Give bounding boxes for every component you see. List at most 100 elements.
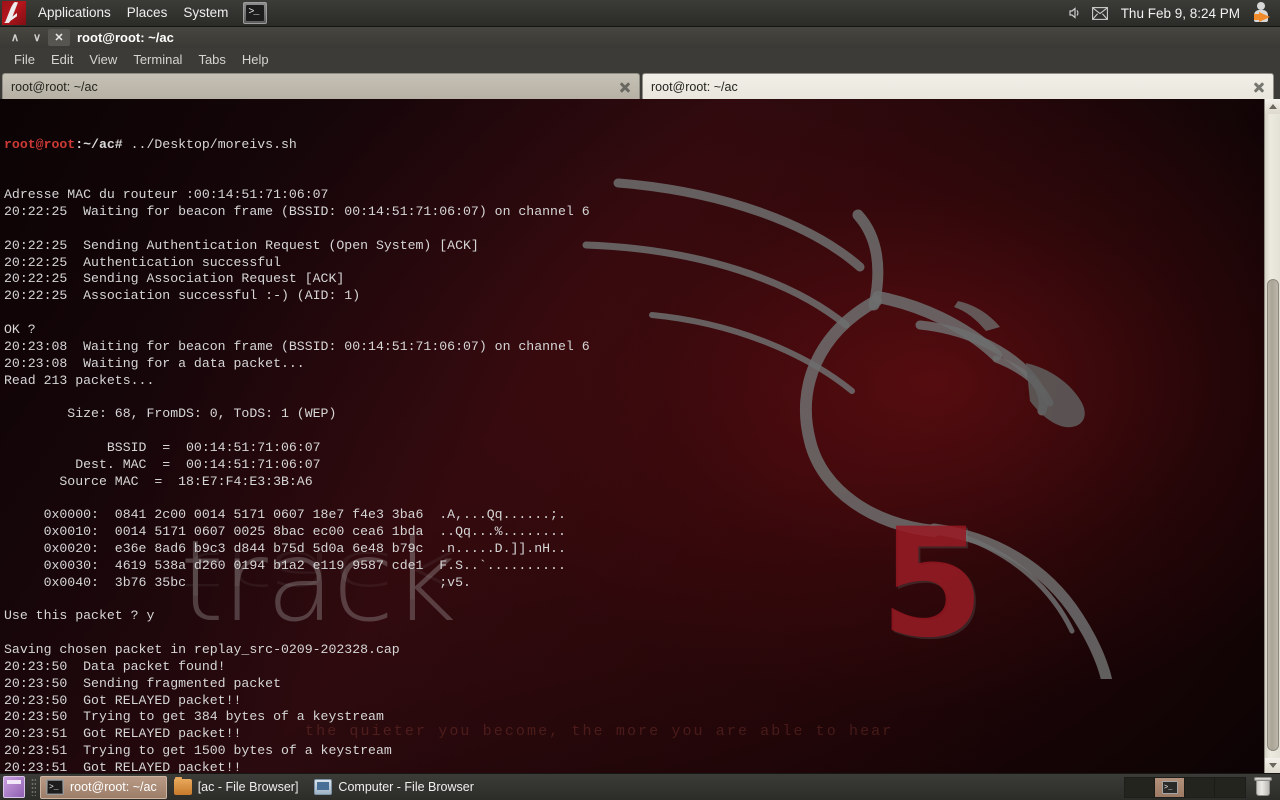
terminal-line: BSSID = 00:14:51:71:06:07 [4,439,321,455]
folder-icon [173,777,192,795]
prompt-user-host: root@root [4,136,76,152]
terminal-line: 20:22:25 Sending Authentication Request … [4,237,479,253]
terminal-output[interactable]: root@root:~/ac# ../Desktop/moreivs.sh Ad… [0,99,1264,773]
workspace-window-thumb: >_ [1162,780,1178,794]
panel-grip [31,778,36,796]
prompt-command: ../Desktop/moreivs.sh [130,136,297,152]
terminal-body: track track 5 the quieter you become, th… [0,99,1280,773]
terminal-line: 20:22:25 Waiting for beacon frame (BSSID… [4,204,590,220]
terminal-line: Source MAC = 18:E7:F4:E3:3B:A6 [4,473,313,489]
prompt-path: :~/ac# [75,136,131,152]
menu-terminal[interactable]: Terminal [126,50,189,69]
terminal-line: Read 213 packets... [4,372,155,388]
terminal-line: 20:23:51 Trying to get 1500 bytes of a k… [4,743,392,759]
menu-applications[interactable]: Applications [30,2,119,24]
terminal-tab-1[interactable]: root@root: ~/ac [2,73,640,99]
tab-label: root@root: ~/ac [651,79,738,94]
scrollbar-thumb[interactable] [1267,279,1279,751]
menu-tabs[interactable]: Tabs [191,50,232,69]
task-button-terminal[interactable]: root@root: ~/ac [40,775,167,799]
volume-icon[interactable] [1063,2,1085,24]
terminal-line: Size: 68, FromDS: 0, ToDS: 1 (WEP) [4,406,337,422]
user-switch-icon[interactable] [1250,1,1276,25]
terminal-line: 0x0030: 4619 538a d260 0194 b1a2 e119 95… [4,557,566,573]
terminal-output-lines: Adresse MAC du routeur :00:14:51:71:06:0… [4,187,1264,773]
user-head [1257,2,1265,10]
bottom-taskbar: root@root: ~/ac [ac - File Browser] Comp… [0,773,1280,800]
scroll-up-arrow[interactable] [1265,99,1280,114]
kali-dragon-logo[interactable] [2,1,26,25]
terminal-window: ∧ ∨ ✕ root@root: ~/ac File Edit View Ter… [0,27,1280,773]
menu-system[interactable]: System [175,2,236,24]
tab-close-icon[interactable] [1251,79,1267,95]
trash-can [1256,780,1270,796]
clock[interactable]: Thu Feb 9, 8:24 PM [1115,3,1246,24]
task-label: Computer - File Browser [338,780,474,794]
maximize-button[interactable]: ∨ [26,29,48,46]
terminal-line: Use this packet ? y [4,608,155,624]
scroll-down-arrow[interactable] [1265,758,1280,773]
window-title: root@root: ~/ac [77,30,174,45]
workspace-4[interactable] [1215,777,1245,797]
terminal-launcher-glyph: >_ [246,5,265,21]
menu-places[interactable]: Places [119,2,176,24]
tab-close-icon[interactable] [617,79,633,95]
terminal-launcher-icon[interactable]: >_ [243,2,268,24]
terminal-line: Adresse MAC du routeur :00:14:51:71:06:0… [4,187,329,203]
terminal-line: 20:23:50 Sending fragmented packet [4,675,281,691]
terminal-line: 20:22:25 Sending Association Request [AC… [4,271,345,287]
task-button-file-browser[interactable]: [ac - File Browser] [169,776,308,799]
top-panel: Applications Places System >_ Thu Feb 9,… [0,0,1280,27]
terminal-line: 0x0010: 0014 5171 0607 0025 8bac ec00 ce… [4,524,566,540]
terminal-line: OK ? [4,321,36,337]
menu-edit[interactable]: Edit [44,50,80,69]
terminal-line: 0x0040: 3b76 35bc ;v5. [4,574,471,590]
tab-bar: root@root: ~/ac root@root: ~/ac [0,71,1280,99]
terminal-line: 20:23:50 Got RELAYED packet!! [4,692,242,708]
panel-tray: Thu Feb 9, 8:24 PM [1063,1,1280,25]
workspace-1[interactable] [1125,777,1155,797]
terminal-line: Saving chosen packet in replay_src-0209-… [4,642,400,657]
terminal-line: 0x0020: e36e 8ad6 b9c3 d844 b75d 5d0a 6e… [4,540,566,556]
minimize-button[interactable]: ∧ [4,29,26,46]
terminal-line: 20:22:25 Association successful :-) (AID… [4,288,361,304]
task-label: root@root: ~/ac [70,780,157,794]
terminal-line: 20:22:25 Authentication successful [4,254,281,270]
terminal-line: Dest. MAC = 00:14:51:71:06:07 [4,456,321,472]
mail-icon[interactable] [1089,2,1111,24]
terminal-line: 20:23:08 Waiting for a data packet... [4,355,305,371]
menu-file[interactable]: File [7,50,42,69]
terminal-tab-2[interactable]: root@root: ~/ac [642,73,1274,99]
menu-help[interactable]: Help [235,50,276,69]
computer-icon [314,779,333,795]
workspace-switcher[interactable]: >_ [1124,776,1246,798]
terminal-icon [46,779,64,795]
terminal-screen[interactable]: track track 5 the quieter you become, th… [0,99,1264,773]
workspace-2[interactable]: >_ [1155,777,1185,797]
menu-view[interactable]: View [82,50,124,69]
terminal-line: 20:23:51 Got RELAYED packet!! [4,759,242,773]
terminal-line: 20:23:50 Data packet found! [4,658,226,674]
terminal-prompt-line: root@root:~/ac# ../Desktop/moreivs.sh [4,137,1264,154]
terminal-line: 20:23:50 Trying to get 384 bytes of a ke… [4,709,384,725]
task-button-computer[interactable]: Computer - File Browser [309,776,482,799]
menubar: File Edit View Terminal Tabs Help [0,48,1280,71]
terminal-line: 0x0000: 0841 2c00 0014 5171 0607 18e7 f4… [4,507,566,523]
trash-icon[interactable] [1252,776,1274,798]
tab-label: root@root: ~/ac [11,79,98,94]
window-titlebar[interactable]: ∧ ∨ ✕ root@root: ~/ac [0,27,1280,48]
user-arrow-head [1259,12,1270,22]
terminal-scrollbar[interactable] [1264,99,1280,773]
close-button[interactable]: ✕ [48,29,70,46]
show-desktop-button[interactable] [3,776,25,798]
workspace-3[interactable] [1185,777,1215,797]
terminal-line: 20:23:51 Got RELAYED packet!! [4,726,242,742]
terminal-line: 20:23:08 Waiting for beacon frame (BSSID… [4,338,590,354]
